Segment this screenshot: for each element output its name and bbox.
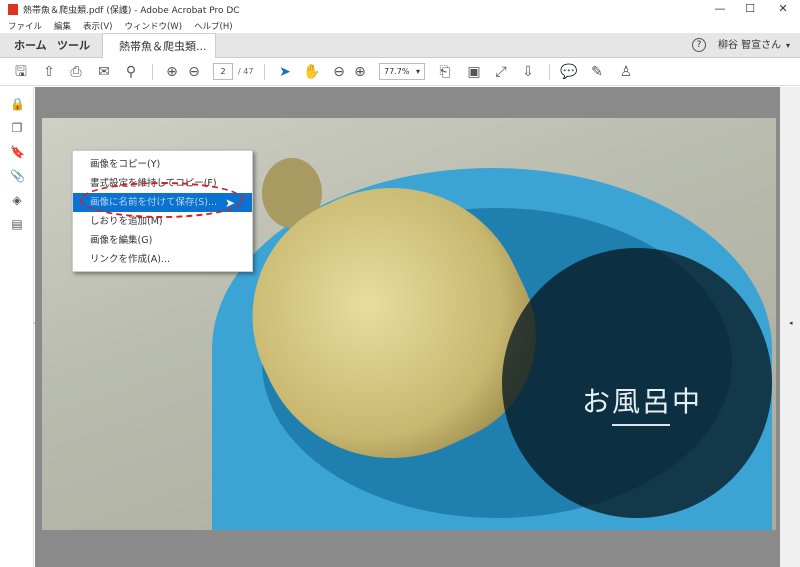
vertical-scrollbar[interactable] bbox=[776, 88, 784, 567]
select-cursor-icon[interactable]: ➤ bbox=[276, 63, 294, 81]
tab-document[interactable]: 熱帯魚＆爬虫類... × bbox=[102, 33, 216, 78]
photo-caption: お風呂中 bbox=[582, 385, 703, 418]
comment-icon[interactable]: 💬 bbox=[560, 63, 578, 81]
page-number-input[interactable]: 2 bbox=[213, 63, 233, 80]
save-icon[interactable]: 🖫 bbox=[12, 63, 30, 81]
print-icon[interactable]: ⎙ bbox=[67, 63, 85, 81]
window-title: 熱帯魚＆爬虫類.pdf (保護) - Adobe Acrobat Pro DC bbox=[23, 5, 240, 16]
tab-document-label: 熱帯魚＆爬虫類... bbox=[119, 40, 207, 53]
tab-home[interactable]: ホーム bbox=[14, 33, 47, 58]
page-thumbnails-icon[interactable]: ❐ bbox=[10, 121, 24, 135]
attachment-icon[interactable]: 📎 bbox=[10, 169, 25, 183]
zoom-level-select[interactable]: 77.7% ▾ bbox=[379, 63, 425, 80]
menu-file[interactable]: ファイル bbox=[8, 20, 42, 32]
menu-item-create-link[interactable]: リンクを作成(A)... bbox=[73, 250, 252, 269]
menu-bar: ファイル 編集 表示(V) ウィンドウ(W) ヘルプ(H) bbox=[0, 18, 800, 33]
menu-window[interactable]: ウィンドウ(W) bbox=[124, 20, 182, 32]
tab-bar: ホーム ツール 熱帯魚＆爬虫類... × ? 柳谷 智宣さん ▾ bbox=[0, 33, 800, 78]
menu-item-copy-image[interactable]: 画像をコピー(Y) bbox=[73, 155, 252, 174]
menu-view[interactable]: 表示(V) bbox=[83, 20, 112, 32]
highlight-annotation-oval bbox=[80, 182, 244, 218]
mouse-cursor-icon: ➤ bbox=[225, 196, 236, 210]
layers-icon[interactable]: ◈ bbox=[10, 193, 24, 207]
maximize-button[interactable]: ☐ bbox=[735, 0, 765, 18]
menu-edit[interactable]: 編集 bbox=[54, 20, 71, 32]
upload-cloud-icon[interactable]: ⇧ bbox=[40, 63, 58, 81]
help-icon[interactable]: ? bbox=[692, 38, 706, 52]
title-bar: 熱帯魚＆爬虫類.pdf (保護) - Adobe Acrobat Pro DC … bbox=[0, 0, 800, 18]
rotate-icon[interactable]: ▣ bbox=[465, 63, 483, 81]
bookmark-icon[interactable]: 🔖 bbox=[10, 145, 25, 159]
fullscreen-icon[interactable]: ⤢ bbox=[492, 63, 510, 81]
scroll-mode-icon[interactable]: ⇩ bbox=[519, 63, 537, 81]
user-caret-icon[interactable]: ▾ bbox=[786, 33, 790, 58]
prev-page-icon[interactable]: ⊕ bbox=[163, 63, 181, 81]
user-name[interactable]: 柳谷 智宣さん bbox=[718, 33, 781, 58]
close-button[interactable]: ✕ bbox=[768, 0, 798, 18]
fit-page-icon[interactable]: ⎗ bbox=[436, 63, 454, 81]
menu-help[interactable]: ヘルプ(H) bbox=[194, 20, 233, 32]
zoom-in-icon[interactable]: ⊕ bbox=[351, 63, 369, 81]
tab-tools[interactable]: ツール bbox=[57, 33, 90, 58]
menu-item-edit-image[interactable]: 画像を編集(G) bbox=[73, 231, 252, 250]
lock-icon[interactable]: 🔒 bbox=[10, 97, 25, 111]
content-icon[interactable]: ▤ bbox=[10, 217, 24, 231]
hand-tool-icon[interactable]: ✋ bbox=[303, 63, 321, 81]
navigation-pane: 🔒 ❐ 🔖 📎 ◈ ▤ ◂ bbox=[0, 87, 38, 567]
next-page-icon[interactable]: ⊖ bbox=[185, 63, 203, 81]
minimize-button[interactable]: — bbox=[705, 0, 735, 18]
email-icon[interactable]: ✉ bbox=[95, 63, 113, 81]
expand-right-icon[interactable]: ◂ bbox=[789, 319, 793, 327]
stamp-icon[interactable]: ♙ bbox=[617, 63, 635, 81]
search-icon[interactable]: ⚲ bbox=[122, 63, 140, 81]
zoom-out-icon[interactable]: ⊖ bbox=[330, 63, 348, 81]
pdf-icon bbox=[8, 3, 18, 15]
page-count: / 47 bbox=[238, 67, 254, 76]
zoom-level: 77.7% bbox=[384, 67, 410, 76]
highlight-pen-icon[interactable]: ✎ bbox=[588, 63, 606, 81]
caption-underline bbox=[612, 424, 670, 426]
zoom-caret-icon: ▾ bbox=[415, 67, 420, 76]
